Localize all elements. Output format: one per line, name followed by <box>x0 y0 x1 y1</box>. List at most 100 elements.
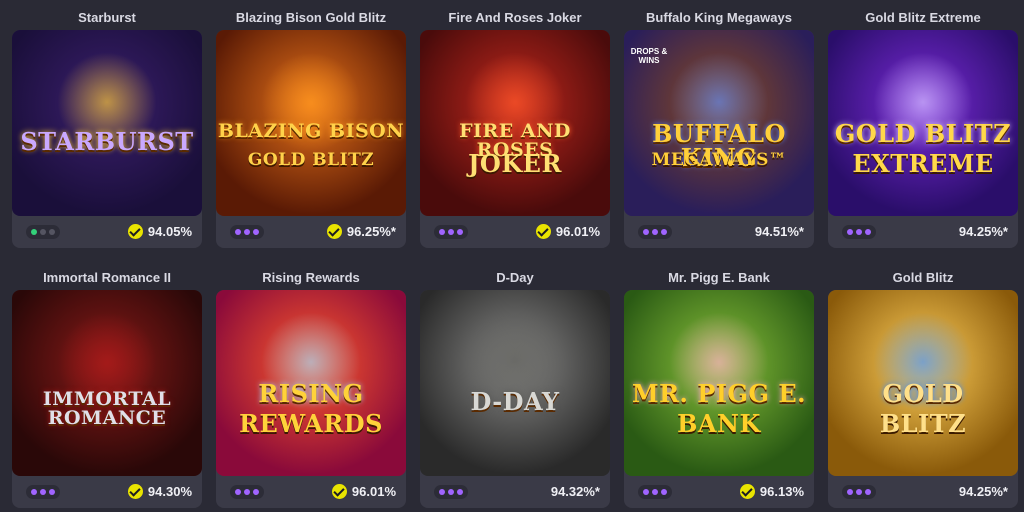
rtp-display: 96.01% <box>535 224 600 239</box>
game-card-gold-blitz-extreme[interactable]: Gold Blitz Extreme GOLD BLITZ EXTREME 94.… <box>828 0 1018 248</box>
game-footer: 94.05% <box>12 216 202 248</box>
rtp-display: 96.01% <box>331 484 396 499</box>
game-card-buffalo-king-megaways[interactable]: Buffalo King Megaways BUFFALO KING MEGAWA… <box>624 0 814 248</box>
game-card-gold-blitz[interactable]: Gold Blitz GOLD BLITZ 94.25%* <box>828 260 1018 508</box>
game-footer: 94.25%* <box>828 216 1018 248</box>
game-tile[interactable]: FIRE AND ROSES JOKER 96.01% <box>420 30 610 248</box>
game-footer: 96.01% <box>216 476 406 508</box>
game-footer: 96.25%* <box>216 216 406 248</box>
game-tile[interactable]: BLAZING BISON GOLD BLITZ 96.25%* <box>216 30 406 248</box>
game-thumbnail[interactable]: GOLD BLITZ <box>828 290 1018 476</box>
game-title: Gold Blitz Extreme <box>865 10 981 25</box>
game-logo-text: D-DAY <box>470 387 560 416</box>
rtp-value: 96.13% <box>759 484 804 499</box>
game-footer: 94.30% <box>12 476 202 508</box>
game-card-blazing-bison-gold-blitz[interactable]: Blazing Bison Gold Blitz BLAZING BISON GO… <box>216 0 406 248</box>
game-grid: Starburst STARBURST 94.05% Blazing Bison… <box>0 0 1024 512</box>
drops-and-wins-badge: DROPS & WINS <box>630 47 668 65</box>
rtp-display: 94.05% <box>127 224 192 239</box>
verified-check-icon <box>326 224 342 239</box>
game-thumbnail[interactable]: MR. PIGG E. BANK <box>624 290 814 476</box>
game-thumbnail[interactable]: BUFFALO KING MEGAWAYS™ DROPS & WINS <box>624 30 814 216</box>
rtp-value: 94.51%* <box>754 224 804 239</box>
game-thumbnail[interactable]: BLAZING BISON GOLD BLITZ <box>216 30 406 216</box>
rtp-display: 96.13% <box>739 484 804 499</box>
game-logo-text: STARBURST <box>20 127 194 156</box>
game-footer: 96.01% <box>420 216 610 248</box>
rtp-display: 94.30% <box>127 484 192 499</box>
game-logo-text: BLAZING BISON <box>217 120 405 142</box>
game-title: Blazing Bison Gold Blitz <box>235 10 387 25</box>
game-thumbnail[interactable]: RISING REWARDS <box>216 290 406 476</box>
game-card-immortal-romance-ii[interactable]: Immortal Romance II IMMORTAL ROMANCE 94.… <box>12 260 202 508</box>
game-logo-text: RISING <box>258 379 364 408</box>
game-thumbnail[interactable]: FIRE AND ROSES JOKER <box>420 30 610 216</box>
game-logo-text: GOLD BLITZ <box>834 119 1012 148</box>
verified-check-icon <box>739 484 755 499</box>
game-footer: 94.51%* <box>624 216 814 248</box>
game-logo-subtext: MEGAWAYS™ <box>651 150 787 170</box>
rtp-value: 94.30% <box>147 484 192 499</box>
game-thumbnail[interactable]: STARBURST <box>12 30 202 216</box>
game-logo-subtext: GOLD BLITZ <box>247 150 375 170</box>
game-title: Rising Rewards <box>262 270 360 285</box>
options-dots[interactable] <box>638 485 672 499</box>
game-card-mr-pigg-e-bank[interactable]: Mr. Pigg E. Bank MR. PIGG E. BANK 96.13% <box>624 260 814 508</box>
game-logo-subtext: BLITZ <box>879 409 967 438</box>
rtp-display: 94.25%* <box>959 224 1008 239</box>
game-tile[interactable]: RISING REWARDS 96.01% <box>216 290 406 508</box>
game-tile[interactable]: MR. PIGG E. BANK 96.13% <box>624 290 814 508</box>
rtp-value: 94.25%* <box>958 224 1008 239</box>
game-title: Fire And Roses Joker <box>448 10 582 25</box>
verified-check-icon <box>127 224 143 239</box>
game-title: D-Day <box>496 270 534 285</box>
game-logo-text: MR. PIGG E. <box>632 379 806 408</box>
game-title: Starburst <box>78 10 136 25</box>
game-title: Buffalo King Megaways <box>646 10 792 25</box>
game-title: Mr. Pigg E. Bank <box>668 270 770 285</box>
options-dots[interactable] <box>434 225 468 239</box>
game-footer: 94.25%* <box>828 476 1018 508</box>
rtp-display: 94.32%* <box>551 484 600 499</box>
game-card-starburst[interactable]: Starburst STARBURST 94.05% <box>12 0 202 248</box>
game-logo-subtext: REWARDS <box>239 409 383 438</box>
game-logo-text: GOLD <box>882 379 964 408</box>
rtp-value: 96.01% <box>555 224 600 239</box>
game-logo-subtext: EXTREME <box>852 149 994 178</box>
verified-check-icon <box>127 484 143 499</box>
options-dots[interactable] <box>842 225 876 239</box>
game-thumbnail[interactable]: D-DAY <box>420 290 610 476</box>
game-tile[interactable]: BUFFALO KING MEGAWAYS™ DROPS & WINS 94.51%… <box>624 30 814 248</box>
options-dots[interactable] <box>638 225 672 239</box>
game-title: Immortal Romance II <box>43 270 171 285</box>
game-logo-text: IMMORTAL ROMANCE <box>42 388 172 429</box>
game-tile[interactable]: GOLD BLITZ EXTREME 94.25%* <box>828 30 1018 248</box>
rtp-display: 94.25%* <box>959 484 1008 499</box>
rtp-value: 96.01% <box>351 484 396 499</box>
verified-check-icon <box>535 224 551 239</box>
verified-check-icon <box>331 484 347 499</box>
game-tile[interactable]: STARBURST 94.05% <box>12 30 202 248</box>
options-dots[interactable] <box>26 485 60 499</box>
game-logo-subtext: BANK <box>677 409 761 438</box>
game-card-d-day[interactable]: D-Day D-DAY 94.32%* <box>420 260 610 508</box>
rtp-value: 96.25%* <box>346 224 396 239</box>
game-footer: 96.13% <box>624 476 814 508</box>
game-tile[interactable]: GOLD BLITZ 94.25%* <box>828 290 1018 508</box>
rtp-value: 94.32%* <box>550 484 600 499</box>
options-dots[interactable] <box>842 485 876 499</box>
game-card-fire-and-roses-joker[interactable]: Fire And Roses Joker FIRE AND ROSES JOKER… <box>420 0 610 248</box>
game-logo-subtext: JOKER <box>468 149 562 178</box>
game-title: Gold Blitz <box>892 270 954 285</box>
game-tile[interactable]: D-DAY 94.32%* <box>420 290 610 508</box>
rtp-value: 94.25%* <box>958 484 1008 499</box>
rtp-display: 94.51%* <box>755 224 804 239</box>
game-thumbnail[interactable]: GOLD BLITZ EXTREME <box>828 30 1018 216</box>
game-thumbnail[interactable]: IMMORTAL ROMANCE <box>12 290 202 476</box>
options-dots[interactable] <box>230 485 264 499</box>
game-tile[interactable]: IMMORTAL ROMANCE 94.30% <box>12 290 202 508</box>
options-dots[interactable] <box>434 485 468 499</box>
game-card-rising-rewards[interactable]: Rising Rewards RISING REWARDS 96.01% <box>216 260 406 508</box>
options-dots[interactable] <box>26 225 60 239</box>
options-dots[interactable] <box>230 225 264 239</box>
